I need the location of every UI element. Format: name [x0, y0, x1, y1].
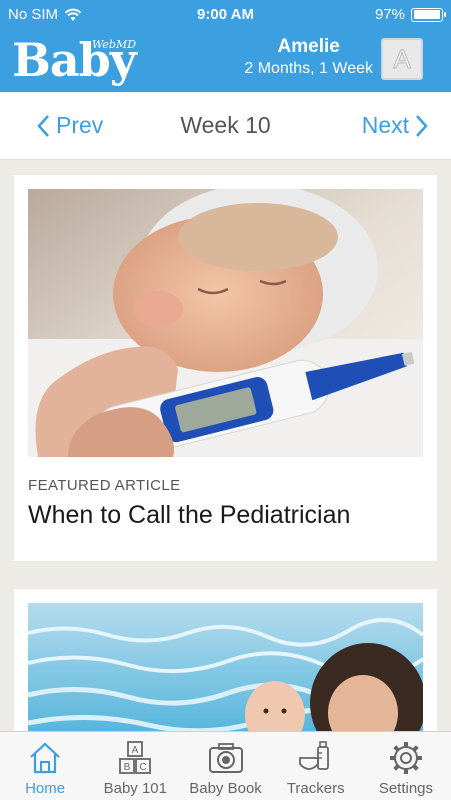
tab-trackers[interactable]: Trackers: [271, 732, 361, 800]
tab-baby-book-label: Baby Book: [189, 780, 262, 797]
status-bar: No SIM 9:00 AM 97%: [0, 0, 451, 30]
battery-percent: 97%: [374, 6, 405, 23]
next-week-button[interactable]: Next: [362, 112, 429, 139]
article-category: FEATURED ARTICLE: [28, 477, 181, 494]
avatar-letter: A: [393, 43, 411, 74]
chevron-right-icon: [416, 114, 428, 137]
tab-bar: Home A B C Baby 101 Baby Book Trackers S…: [0, 731, 451, 800]
tab-baby-101[interactable]: A B C Baby 101: [90, 732, 180, 800]
week-navigation: Prev Week 10 Next: [0, 92, 451, 160]
tab-trackers-label: Trackers: [286, 780, 345, 797]
tab-settings[interactable]: Settings: [361, 732, 451, 800]
gear-icon: [389, 742, 422, 774]
child-name: Amelie: [277, 36, 340, 57]
webmd-baby-logo: Baby WebMD: [12, 34, 142, 86]
child-profile[interactable]: Amelie 2 Months, 1 Week: [244, 36, 373, 80]
tab-baby-101-label: Baby 101: [103, 780, 167, 797]
battery-icon: [411, 7, 446, 22]
sick-baby-thermometer-photo: [28, 189, 423, 457]
app-header: No SIM 9:00 AM 97% Baby WebMD Amelie 2 M…: [0, 0, 451, 92]
svg-text:B: B: [124, 762, 131, 773]
tab-settings-label: Settings: [378, 780, 434, 797]
tab-home[interactable]: Home: [0, 732, 90, 800]
home-icon: [30, 742, 60, 774]
bottle-diaper-icon: [298, 741, 329, 770]
featured-article-card[interactable]: FEATURED ARTICLE When to Call the Pediat…: [14, 175, 437, 561]
next-label: Next: [361, 112, 409, 138]
avatar[interactable]: A: [381, 38, 423, 80]
svg-text:C: C: [140, 762, 147, 773]
baby-swimming-pool-photo: [28, 603, 423, 743]
tab-home-label: Home: [25, 780, 66, 797]
abc-blocks-icon: A B C: [119, 741, 152, 774]
svg-text:A: A: [132, 745, 139, 756]
camera-icon: [208, 743, 243, 773]
article-title[interactable]: When to Call the Pediatrician: [28, 501, 350, 530]
logo-brand: WebMD: [92, 38, 137, 51]
tab-baby-book[interactable]: Baby Book: [180, 732, 270, 800]
child-age: 2 Months, 1 Week: [244, 60, 373, 77]
